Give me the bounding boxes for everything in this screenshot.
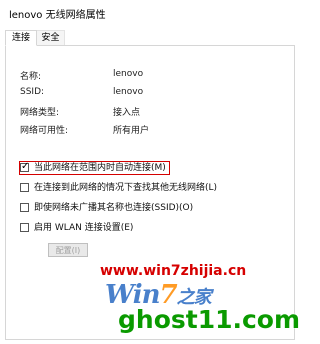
- network-availability-value: 所有用户: [113, 126, 150, 136]
- title-bar[interactable]: lenovo 无线网络属性: [0, 0, 300, 26]
- window-title: lenovo 无线网络属性: [9, 10, 106, 21]
- checkmark-icon: ✓: [21, 161, 30, 172]
- auto-connect-checkbox[interactable]: ✓: [20, 161, 30, 172]
- configure-button[interactable]: 配置(I): [48, 243, 88, 257]
- tab-security[interactable]: 安全: [37, 30, 65, 45]
- network-type-value: 接入点: [113, 108, 141, 118]
- wlan-settings-label: 启用 WLAN 连接设置(E): [34, 223, 134, 233]
- watermark-site: ghost11.com: [118, 305, 301, 334]
- hidden-ssid-checkbox[interactable]: [20, 203, 29, 212]
- network-type-label: 网络类型:: [20, 108, 60, 118]
- find-other-networks-label: 在连接到此网络的情况下查找其他无线网络(L): [34, 183, 218, 193]
- wlan-settings-checkbox[interactable]: [20, 223, 29, 232]
- find-other-networks-checkbox[interactable]: [20, 183, 29, 192]
- auto-connect-label: 当此网络在范围内时自动连接(M): [34, 163, 166, 173]
- ssid-value: lenovo: [113, 87, 144, 97]
- properties-dialog: lenovo 无线网络属性 连接 安全 名称: lenovo SSID: len…: [0, 0, 300, 344]
- tab-connection[interactable]: 连接: [5, 30, 37, 46]
- network-availability-label: 网络可用性:: [20, 126, 69, 136]
- ssid-label: SSID:: [20, 87, 45, 97]
- name-label: 名称:: [20, 72, 42, 82]
- watermark-url: www.win7zhijia.cn: [100, 263, 247, 279]
- name-value: lenovo: [113, 69, 144, 79]
- hidden-ssid-label: 即使网络未广播其名称也连接(SSID)(O): [34, 203, 194, 213]
